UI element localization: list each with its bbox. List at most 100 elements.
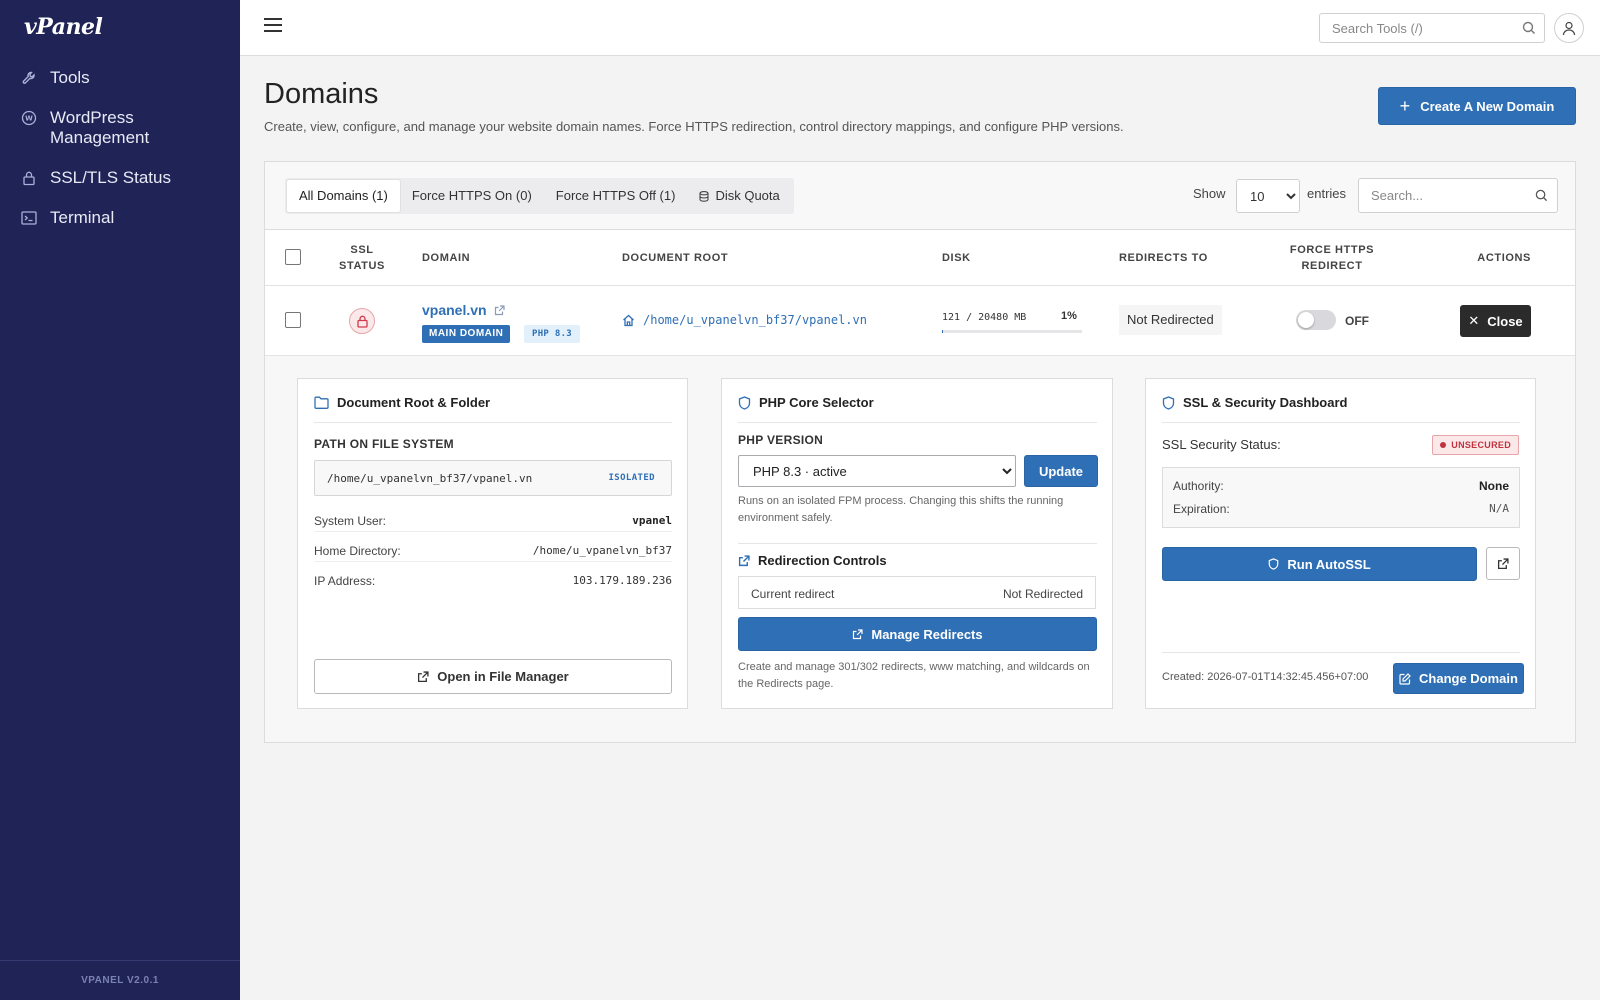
ssl-status-indicator [349, 308, 375, 334]
select-all-checkbox[interactable] [285, 249, 301, 265]
button-label: Run AutoSSL [1287, 556, 1371, 572]
certificate-info: Authority: None Expiration: N/A [1162, 467, 1520, 528]
topbar [240, 0, 1600, 56]
header-ssl-status: SSL STATUS [339, 244, 385, 272]
authority-value: None [1479, 479, 1509, 493]
php-version-select[interactable]: PHP 8.3 · active [738, 455, 1016, 487]
row-checkbox[interactable] [285, 312, 301, 328]
manage-redirects-button[interactable]: Manage Redirects [738, 617, 1097, 651]
user-avatar[interactable] [1554, 13, 1584, 43]
entries-select[interactable]: 10 [1236, 179, 1300, 213]
button-label: Update [1038, 463, 1084, 479]
home-icon [622, 314, 635, 327]
tab-force-https-off[interactable]: Force HTTPS Off (1) [544, 180, 688, 212]
header-force-https: FORCE HTTPS REDIRECT [1289, 244, 1375, 272]
status-dot-icon [1440, 442, 1447, 448]
disk-usage-fill [942, 330, 944, 333]
main-domain-badge: MAIN DOMAIN [422, 325, 511, 343]
logo[interactable]: vPanel [24, 14, 103, 40]
divider [738, 422, 1097, 423]
page-title: Domains [264, 78, 379, 110]
sidebar-item-label: Terminal [50, 208, 115, 227]
domain-link[interactable]: vpanel.vn [422, 302, 505, 318]
php-help-text: Runs on an isolated FPM process. Changin… [738, 495, 1064, 524]
current-redirect-label: Current redirect [751, 587, 835, 601]
card-title: SSL & Security Dashboard [1162, 395, 1347, 410]
home-directory-label: Home Directory: [314, 544, 401, 558]
table-header: SSL STATUS DOMAIN DOCUMENT ROOT DISK RED… [265, 230, 1575, 286]
table-row: vpanel.vn MAIN DOMAIN PHP 8.3 /home/u_vp… [265, 286, 1575, 356]
card-title: PHP Core Selector [738, 395, 874, 410]
card-title-text: PHP Core Selector [759, 395, 874, 410]
current-redirect-value: Not Redirected [1002, 587, 1083, 601]
button-label: Manage Redirects [871, 626, 983, 642]
menu-toggle-icon[interactable] [264, 18, 282, 38]
search-icon[interactable] [1522, 21, 1536, 38]
shield-icon [1162, 395, 1175, 410]
tab-label: Disk Quota [715, 188, 780, 203]
ip-address-row: IP Address: 103.179.189.236 [314, 570, 672, 592]
page-description: Create, view, configure, and manage your… [264, 119, 1124, 134]
update-php-button[interactable]: Update [1024, 455, 1098, 487]
ssl-security-card: SSL & Security Dashboard SSL Security St… [1145, 378, 1536, 709]
open-file-manager-button[interactable]: Open in File Manager [314, 659, 672, 694]
system-user-row: System User: vpanel [314, 510, 672, 532]
path-field: /home/u_vpanelvn_bf37/vpanel.vn ISOLATED [314, 460, 672, 496]
card-title: Document Root & Folder [314, 395, 490, 410]
tab-all-domains[interactable]: All Domains (1) [287, 180, 400, 212]
home-directory-row: Home Directory: /home/u_vpanelvn_bf37 [314, 540, 672, 562]
user-icon [1562, 21, 1576, 35]
authority-label: Authority: [1173, 479, 1224, 493]
folder-icon [314, 396, 329, 409]
tab-disk-quota[interactable]: Disk Quota [687, 180, 791, 212]
expiration-label: Expiration: [1173, 502, 1230, 516]
disk-usage-bar [942, 330, 1082, 333]
database-icon [699, 190, 710, 202]
badge-text: UNSECURED [1451, 440, 1511, 450]
change-domain-button[interactable]: Change Domain [1393, 663, 1524, 694]
card-title-text: SSL & Security Dashboard [1183, 395, 1348, 410]
run-autossl-button[interactable]: Run AutoSSL [1162, 547, 1477, 581]
open-ssl-external-button[interactable] [1486, 547, 1520, 580]
external-link-icon[interactable] [494, 304, 505, 316]
sidebar-item-tools[interactable]: Tools [0, 64, 240, 92]
sidebar-item-label: Tools [50, 68, 90, 87]
search-icon[interactable] [1535, 189, 1548, 205]
show-label: Show [1193, 186, 1226, 201]
divider [314, 422, 672, 423]
expiration-value: N/A [1489, 502, 1509, 515]
main-content: Domains Create, view, configure, and man… [240, 56, 1600, 1000]
close-details-button[interactable]: ✕ Close [1460, 305, 1531, 337]
unsecured-badge: UNSECURED [1432, 435, 1519, 455]
tools-search-input[interactable] [1320, 14, 1510, 42]
path-value: /home/u_vpanelvn_bf37/vpanel.vn [327, 472, 533, 485]
ip-address-value: 103.179.189.236 [572, 574, 672, 587]
external-link-icon [417, 670, 429, 683]
card-title-text: Document Root & Folder [337, 395, 491, 410]
php-version-badge: PHP 8.3 [524, 325, 581, 343]
create-domain-button[interactable]: + Create A New Domain [1378, 87, 1576, 125]
header-actions: ACTIONS [1477, 252, 1531, 264]
close-label: Close [1487, 313, 1523, 329]
domain-details: Document Root & Folder PATH ON FILE SYST… [265, 356, 1575, 742]
sidebar-item-label: WordPress Management [50, 108, 150, 147]
wordpress-icon: W [20, 108, 38, 128]
terminal-icon [20, 208, 38, 228]
system-user-value: vpanel [632, 514, 672, 527]
home-directory-value: /home/u_vpanelvn_bf37 [532, 544, 672, 557]
table-search-input[interactable] [1359, 179, 1519, 212]
document-root-card: Document Root & Folder PATH ON FILE SYST… [297, 378, 688, 709]
divider [1162, 422, 1520, 423]
close-icon: ✕ [1468, 313, 1480, 328]
tab-force-https-on[interactable]: Force HTTPS On (0) [400, 180, 544, 212]
version-label: VPANEL V2.0.1 [0, 960, 240, 1000]
sidebar-item-wordpress[interactable]: W WordPress Management [0, 104, 240, 152]
svg-text:W: W [25, 115, 33, 123]
force-https-toggle[interactable] [1296, 310, 1336, 330]
sidebar-item-ssl[interactable]: SSL/TLS Status [0, 164, 240, 192]
document-root-link[interactable]: /home/u_vpanelvn_bf37/vpanel.vn [622, 313, 867, 327]
sidebar-item-terminal[interactable]: Terminal [0, 204, 240, 232]
redirection-title: Redirection Controls [738, 553, 887, 568]
external-link-icon [738, 554, 750, 567]
document-root-path: /home/u_vpanelvn_bf37/vpanel.vn [643, 313, 867, 327]
